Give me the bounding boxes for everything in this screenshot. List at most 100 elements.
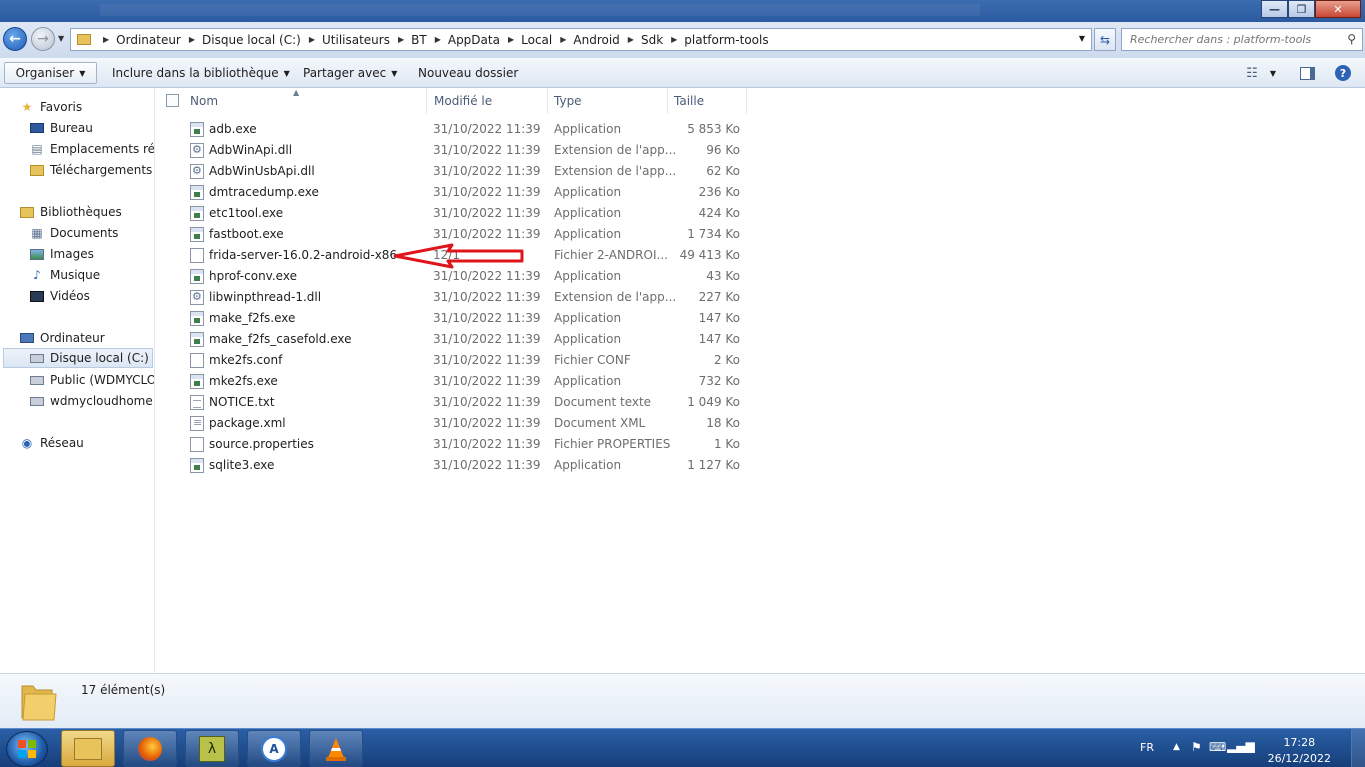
file-row-notice-txt[interactable]: NOTICE.txt 31/10/2022 11:39 Document tex…	[186, 392, 746, 413]
organiser-button[interactable]: Organiser ▼	[4, 62, 97, 84]
nav-videos-label: Vidéos	[50, 289, 90, 303]
chevron-right-icon[interactable]: ▶	[435, 35, 441, 44]
crumb-platform-tools[interactable]: platform-tools	[684, 33, 768, 47]
search-input[interactable]	[1122, 29, 1332, 50]
file-row-mke2fs-exe[interactable]: mke2fs.exe 31/10/2022 11:39 Application …	[186, 371, 746, 392]
show-desktop-button[interactable]	[1351, 729, 1365, 767]
maximize-button[interactable]: ❐	[1288, 0, 1315, 18]
file-row-make-f2fs-exe[interactable]: make_f2fs.exe 31/10/2022 11:39 Applicati…	[186, 308, 746, 329]
file-size: 236 Ko	[698, 185, 740, 199]
file-row-fastboot-exe[interactable]: fastboot.exe 31/10/2022 11:39 Applicatio…	[186, 224, 746, 245]
crumb-local[interactable]: Local	[521, 33, 552, 47]
help-button[interactable]: ?	[1333, 63, 1353, 83]
chevron-right-icon[interactable]: ▶	[189, 35, 195, 44]
file-row-adbwinapi-dll[interactable]: AdbWinApi.dll 31/10/2022 11:39 Extension…	[186, 140, 746, 161]
tray-expand-icon[interactable]: ▲	[1173, 742, 1180, 752]
taskbar-vlc-button[interactable]	[309, 730, 363, 767]
nav-disque-local[interactable]: Disque local (C:)	[3, 348, 153, 368]
view-options-button[interactable]: ☷	[1241, 63, 1263, 83]
column-taille[interactable]: Taille	[668, 88, 747, 114]
images-icon	[29, 247, 45, 261]
new-folder-button[interactable]: Nouveau dossier	[410, 62, 526, 84]
recent-pages-dropdown[interactable]: ▼	[58, 34, 64, 43]
nav-bibliotheques[interactable]: Bibliothèques	[19, 202, 122, 222]
crumb-bt[interactable]: BT	[411, 33, 427, 47]
crumb-android[interactable]: Android	[573, 33, 619, 47]
taskbar-studio-button[interactable]: A	[247, 730, 301, 767]
chevron-right-icon[interactable]: ▶	[508, 35, 514, 44]
file-row-libwinpthread-dll[interactable]: libwinpthread-1.dll 31/10/2022 11:39 Ext…	[186, 287, 746, 308]
close-button[interactable]: ✕	[1315, 0, 1361, 18]
nav-public[interactable]: Public (WDMYCLOU	[29, 370, 155, 390]
file-type: Application	[554, 269, 622, 283]
taskbar-firefox-button[interactable]	[123, 730, 177, 767]
navigation-pane: ★ Favoris Bureau ▤ Emplacements réce Tél…	[0, 88, 155, 673]
signal-icon[interactable]: ▂▄▆	[1227, 739, 1255, 753]
taskbar-explorer-button[interactable]	[61, 730, 115, 767]
nav-videos[interactable]: Vidéos	[29, 286, 90, 306]
chevron-right-icon[interactable]: ▶	[309, 35, 315, 44]
help-icon: ?	[1335, 65, 1351, 81]
file-row-source-properties[interactable]: source.properties 31/10/2022 11:39 Fichi…	[186, 434, 746, 455]
nav-telechargements[interactable]: Téléchargements	[29, 160, 152, 180]
clock[interactable]: 17:28 26/12/2022	[1268, 735, 1331, 767]
nav-telechargements-label: Téléchargements	[50, 163, 153, 177]
select-all-checkbox[interactable]	[166, 94, 179, 107]
nav-emplacements[interactable]: ▤ Emplacements réce	[29, 139, 154, 159]
crumb-ordinateur[interactable]: Ordinateur	[116, 33, 181, 47]
music-icon: ♪	[33, 268, 41, 282]
file-row-adb-exe[interactable]: adb.exe 31/10/2022 11:39 Application 5 8…	[186, 119, 746, 140]
file-row-mke2fs-conf[interactable]: mke2fs.conf 31/10/2022 11:39 Fichier CON…	[186, 350, 746, 371]
nav-bureau[interactable]: Bureau	[29, 118, 93, 138]
crumb-disque-local[interactable]: Disque local (C:)	[202, 33, 301, 47]
nav-ordinateur[interactable]: Ordinateur	[19, 328, 105, 348]
chevron-right-icon[interactable]: ▶	[628, 35, 634, 44]
taskbar-app-button[interactable]: λ	[185, 730, 239, 767]
file-row-package-xml[interactable]: package.xml 31/10/2022 11:39 Document XM…	[186, 413, 746, 434]
file-row-sqlite3-exe[interactable]: sqlite3.exe 31/10/2022 11:39 Application…	[186, 455, 746, 476]
view-dropdown[interactable]: ▼	[1266, 63, 1280, 83]
file-row-etc1tool-exe[interactable]: etc1tool.exe 31/10/2022 11:39 Applicatio…	[186, 203, 746, 224]
nav-public-label: Public (WDMYCLOU	[50, 373, 155, 387]
include-library-button[interactable]: Inclure dans la bibliothèque ▼	[104, 62, 298, 84]
minimize-button[interactable]: —	[1261, 0, 1288, 18]
search-icon[interactable]: ⚲	[1347, 32, 1356, 46]
flag-icon[interactable]: ⚑	[1191, 740, 1202, 754]
usb-icon[interactable]: ⌨	[1209, 740, 1226, 754]
forward-button[interactable]: →	[31, 27, 55, 51]
address-row: ← → ▼ ▶ Ordinateur ▶ Disque local (C:) ▶…	[0, 22, 1365, 58]
nav-wdmycloud[interactable]: wdmycloudhome.h	[29, 391, 154, 411]
nav-reseau[interactable]: ◉ Réseau	[19, 433, 84, 453]
chevron-right-icon[interactable]: ▶	[103, 35, 109, 44]
column-nom[interactable]: Nom	[184, 88, 427, 114]
address-dropdown-icon[interactable]: ▼	[1079, 34, 1085, 43]
start-button[interactable]	[6, 731, 48, 767]
file-size: 227 Ko	[698, 290, 740, 304]
column-modifie[interactable]: Modifié le	[427, 88, 548, 114]
details-pane: 17 élément(s)	[0, 673, 1365, 728]
file-row-adbwinusbapi-dll[interactable]: AdbWinUsbApi.dll 31/10/2022 11:39 Extens…	[186, 161, 746, 182]
file-row-make-f2fs-casefold-exe[interactable]: make_f2fs_casefold.exe 31/10/2022 11:39 …	[186, 329, 746, 350]
documents-icon: ▦	[31, 226, 43, 240]
file-row-dmtracedump-exe[interactable]: dmtracedump.exe 31/10/2022 11:39 Applica…	[186, 182, 746, 203]
crumb-appdata[interactable]: AppData	[448, 33, 500, 47]
column-type[interactable]: Type	[548, 88, 668, 114]
nav-documents[interactable]: ▦ Documents	[29, 223, 118, 243]
address-bar[interactable]: ▶ Ordinateur ▶ Disque local (C:) ▶ Utili…	[70, 28, 1092, 51]
chevron-right-icon[interactable]: ▶	[560, 35, 566, 44]
refresh-button[interactable]: ⇆	[1094, 28, 1116, 51]
nav-favoris[interactable]: ★ Favoris	[19, 97, 83, 117]
share-with-button[interactable]: Partager avec ▼	[295, 62, 405, 84]
search-box[interactable]: ⚲	[1121, 28, 1363, 51]
file-row-hprof-conv-exe[interactable]: hprof-conv.exe 31/10/2022 11:39 Applicat…	[186, 266, 746, 287]
file-type: Application	[554, 122, 622, 136]
nav-images[interactable]: Images	[29, 244, 94, 264]
nav-musique[interactable]: ♪ Musique	[29, 265, 100, 285]
language-indicator[interactable]: FR	[1140, 741, 1154, 754]
preview-pane-button[interactable]	[1296, 63, 1318, 83]
chevron-right-icon[interactable]: ▶	[671, 35, 677, 44]
crumb-utilisateurs[interactable]: Utilisateurs	[322, 33, 390, 47]
crumb-sdk[interactable]: Sdk	[641, 33, 663, 47]
back-button[interactable]: ←	[3, 27, 27, 51]
chevron-right-icon[interactable]: ▶	[398, 35, 404, 44]
